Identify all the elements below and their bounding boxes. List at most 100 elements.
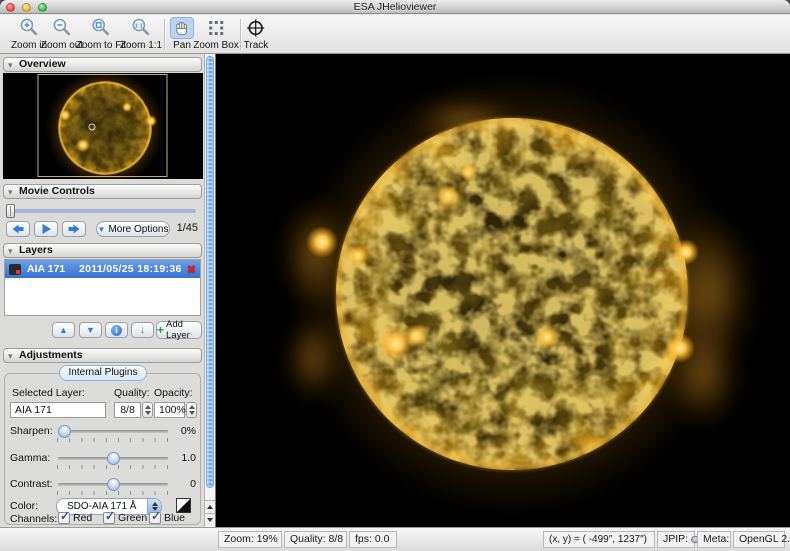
contrast-label: Contrast:	[10, 478, 53, 490]
sharpen-slider-thumb[interactable]	[58, 425, 71, 438]
minimize-window-button[interactable]	[22, 3, 31, 12]
opacity-stepper[interactable]	[186, 402, 197, 418]
selected-layer-label: Selected Layer:	[12, 387, 85, 399]
overview-panel-header[interactable]: ▾ Overview	[3, 57, 202, 72]
previous-frame-button[interactable]	[6, 221, 30, 237]
quality-label: Quality:	[114, 387, 150, 399]
download-icon: ↓	[140, 324, 146, 336]
contrast-slider-thumb[interactable]	[107, 478, 120, 491]
quality-stepper[interactable]	[142, 402, 153, 418]
down-triangle-icon: ▼	[86, 325, 95, 335]
play-icon	[38, 223, 54, 235]
movie-controls-panel-header[interactable]: ▾ Movie Controls	[3, 184, 202, 199]
channel-red-checkbox[interactable]: ✓ Red	[58, 512, 92, 524]
step-forward-icon	[66, 223, 82, 235]
sharpen-ticks	[57, 438, 169, 442]
next-frame-button[interactable]	[62, 221, 86, 237]
up-triangle-icon: ▲	[59, 325, 68, 335]
gamma-label: Gamma:	[10, 452, 50, 464]
internal-plugins-tab[interactable]: Internal Plugins	[59, 365, 147, 381]
toolbar-separator	[240, 19, 241, 50]
overview-panel-title: Overview	[19, 58, 66, 70]
sharpen-slider[interactable]	[58, 430, 168, 433]
gamma-ticks	[57, 465, 169, 469]
info-icon: i	[111, 325, 122, 336]
disclosure-icon: ▾	[8, 350, 13, 363]
scrollbar-up-button[interactable]	[205, 500, 215, 513]
play-button[interactable]	[34, 221, 58, 237]
adjustments-panel-title: Adjustments	[19, 349, 83, 361]
movie-timeline-track[interactable]	[8, 209, 196, 213]
disclosure-icon: ▾	[8, 245, 13, 258]
download-layer-button[interactable]: ↓	[131, 322, 154, 338]
disclosure-icon: ▾	[8, 186, 13, 199]
selected-layer-field[interactable]: AIA 171	[10, 402, 106, 418]
chevron-down-icon: ▼	[98, 225, 106, 234]
layers-panel-header[interactable]: ▾ Layers	[3, 243, 202, 258]
close-window-button[interactable]	[6, 3, 15, 12]
zoom-one-to-one-icon: 1:1	[129, 17, 153, 39]
adjustments-panel-header[interactable]: ▾ Adjustments	[3, 348, 202, 363]
layer-row-selected[interactable]: AIA 171 2011/05/25 18:19:36 ✖	[5, 260, 200, 278]
contrast-ticks	[57, 491, 169, 495]
track-button[interactable]: Track	[244, 17, 269, 51]
delete-layer-icon[interactable]: ✖	[187, 263, 196, 276]
invert-colors-button[interactable]	[176, 498, 191, 513]
check-icon: ✓	[60, 509, 70, 523]
status-fps: fps: 0.0	[349, 531, 397, 548]
status-opengl: OpenGL 2.1	[733, 531, 785, 548]
zoom-box-button[interactable]: Zoom Box	[193, 17, 239, 51]
status-coordinates: (x, y) = ( -499″, 1237″)	[543, 531, 655, 548]
window-title: ESA JHelioviewer	[0, 0, 790, 14]
frame-counter: 1/45	[168, 222, 198, 234]
opacity-field[interactable]: 100%	[154, 402, 185, 418]
status-zoom: Zoom: 19%	[218, 531, 282, 548]
gamma-value: 1.0	[172, 452, 196, 464]
main-toolbar: Zoom in Zoom out Zoom to Fit 1:1 Zoom 1:…	[0, 15, 790, 54]
checkbox-box: ✓	[103, 512, 115, 524]
zoom-in-icon	[17, 17, 41, 39]
movie-timeline-thumb[interactable]	[6, 204, 15, 218]
more-options-button[interactable]: ▼ More Options	[96, 221, 170, 237]
overview-thumbnail[interactable]	[3, 73, 203, 179]
track-crosshair-icon	[244, 17, 268, 39]
app-window: ESA JHelioviewer Zoom in Zoom out Zoom t…	[0, 0, 790, 551]
layer-list: AIA 171 2011/05/25 18:19:36 ✖	[4, 259, 201, 316]
toolbar-separator	[164, 19, 165, 50]
quality-field[interactable]: 8/8	[114, 402, 141, 418]
zoom-to-fit-button[interactable]: Zoom to Fit	[76, 17, 127, 51]
channel-green-checkbox[interactable]: ✓ Green	[103, 512, 147, 524]
move-layer-down-button[interactable]: ▼	[79, 322, 102, 338]
color-label: Color:	[10, 500, 38, 512]
add-layer-button[interactable]: + Add Layer	[156, 321, 202, 339]
check-icon: ✓	[151, 509, 161, 523]
status-bar: Zoom: 19% Quality: 8/8 fps: 0.0 (x, y) =…	[0, 527, 790, 551]
gamma-slider[interactable]	[58, 457, 168, 460]
checkbox-box: ✓	[58, 512, 70, 524]
status-jpip: JPIP:	[657, 531, 695, 548]
scrollbar-down-button[interactable]	[205, 513, 215, 526]
contrast-slider[interactable]	[58, 483, 168, 486]
sidebar: ▾ Overview	[0, 54, 216, 527]
scrollbar-thumb[interactable]	[206, 56, 214, 488]
move-layer-up-button[interactable]: ▲	[52, 322, 75, 338]
pan-button[interactable]: Pan	[170, 17, 194, 51]
layer-timestamp: 2011/05/25 18:19:36	[79, 263, 187, 275]
gamma-slider-thumb[interactable]	[107, 452, 120, 465]
plus-icon: +	[157, 325, 164, 335]
contrast-value: 0	[172, 478, 196, 490]
layers-panel-title: Layers	[19, 244, 53, 256]
sidebar-scrollbar[interactable]	[204, 54, 215, 527]
zoom-window-button[interactable]	[38, 3, 47, 12]
zoom-one-to-one-button[interactable]: 1:1 Zoom 1:1	[120, 17, 162, 51]
channel-blue-checkbox[interactable]: ✓ Blue	[149, 512, 185, 524]
sharpen-value: 0%	[172, 425, 196, 437]
layer-info-button[interactable]: i	[105, 322, 128, 338]
title-bar[interactable]: ESA JHelioviewer	[0, 0, 790, 14]
solar-viewport[interactable]	[216, 54, 790, 527]
status-quality: Quality: 8/8	[284, 531, 347, 548]
check-icon: ✓	[105, 509, 115, 523]
solar-image	[216, 54, 790, 527]
main-content: ▾ Overview	[0, 54, 790, 527]
layer-name: AIA 171	[27, 263, 79, 275]
